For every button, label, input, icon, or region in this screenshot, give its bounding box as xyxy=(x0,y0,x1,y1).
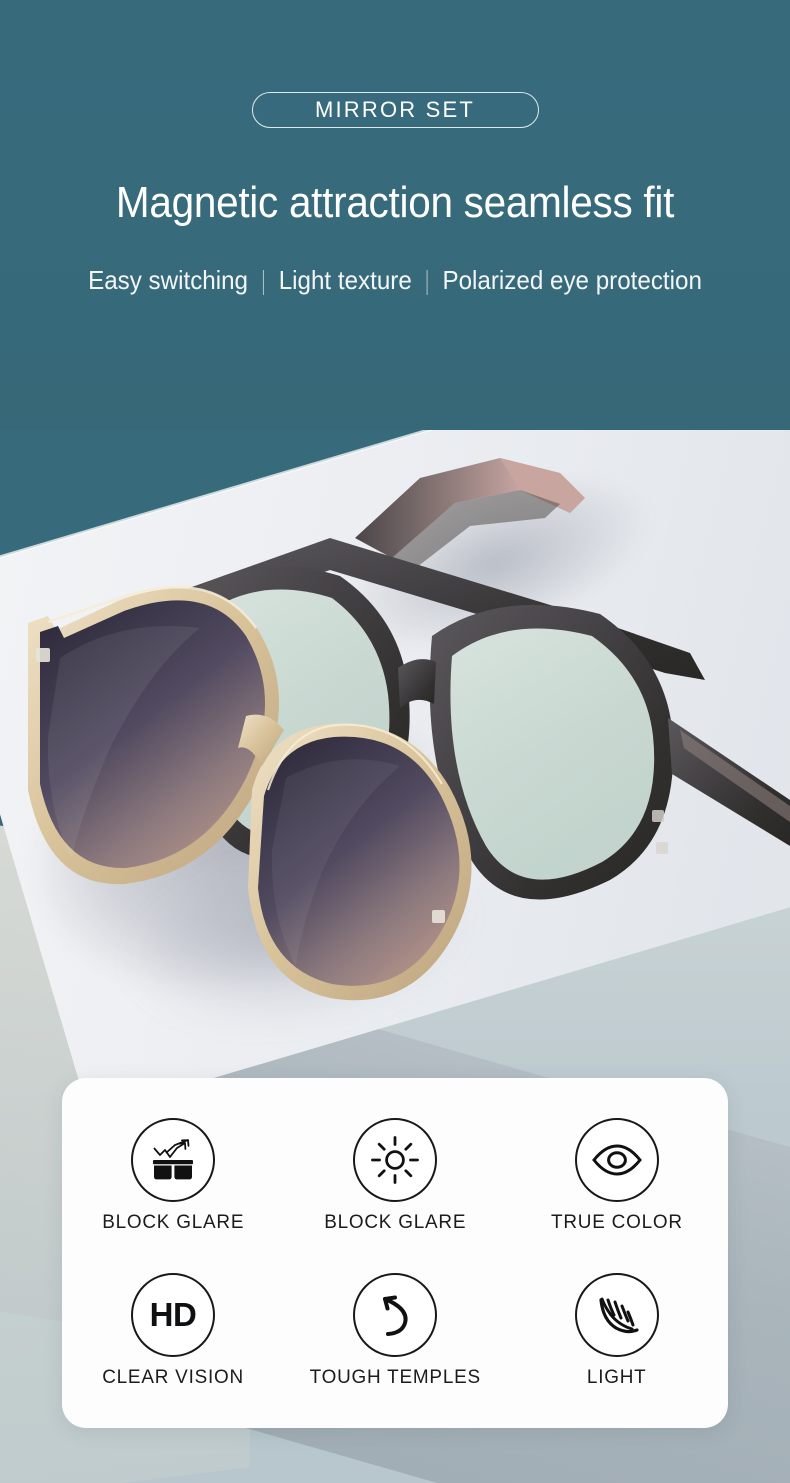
subtitle-item-1: Easy switching xyxy=(88,265,249,295)
feature-label: BLOCK GLARE xyxy=(101,1210,245,1233)
feature-item-clear-vision: HD CLEAR VISION xyxy=(62,1253,284,1408)
flex-arrow-icon xyxy=(353,1272,437,1357)
hd-icon: HD xyxy=(131,1272,215,1357)
feature-label: BLOCK GLARE xyxy=(323,1210,467,1233)
feature-label: CLEAR VISION xyxy=(102,1365,244,1388)
feather-icon xyxy=(575,1272,659,1357)
feature-item-light: LIGHT xyxy=(506,1253,728,1408)
feature-label: LIGHT xyxy=(587,1365,647,1388)
page-title: Magnetic attraction seamless fit xyxy=(115,178,675,227)
feature-item-block-glare-lens: BLOCK GLARE xyxy=(62,1098,284,1253)
feature-label: TRUE COLOR xyxy=(551,1210,683,1233)
feature-item-true-color: TRUE COLOR xyxy=(506,1098,728,1253)
feature-item-block-glare-sun: BLOCK GLARE xyxy=(284,1098,506,1253)
feature-card: BLOCK GLARE BLOCK GLARE TRUE COLOR HD CL… xyxy=(62,1078,728,1428)
eye-icon xyxy=(575,1117,659,1202)
feature-item-tough-temples: TOUGH TEMPLES xyxy=(284,1253,506,1408)
hd-text: HD xyxy=(149,1296,197,1333)
subtitle-item-3: Polarized eye protection xyxy=(442,265,702,295)
subtitle-row: Easy switching Light texture Polarized e… xyxy=(28,265,763,296)
sunglasses-reflect-icon xyxy=(131,1117,215,1202)
feature-grid: BLOCK GLARE BLOCK GLARE TRUE COLOR HD CL… xyxy=(62,1098,728,1408)
product-banner: MIRROR SET Magnetic attraction seamless … xyxy=(0,0,790,1483)
subtitle-divider-1 xyxy=(262,270,264,295)
sun-icon xyxy=(353,1117,437,1202)
badge-container: MIRROR SET xyxy=(0,92,790,128)
feature-label: TOUGH TEMPLES xyxy=(309,1365,481,1388)
hero-header: MIRROR SET Magnetic attraction seamless … xyxy=(0,0,790,430)
subtitle-divider-2 xyxy=(426,270,428,295)
subtitle-item-2: Light texture xyxy=(278,265,412,295)
mirror-set-badge: MIRROR SET xyxy=(251,92,539,128)
